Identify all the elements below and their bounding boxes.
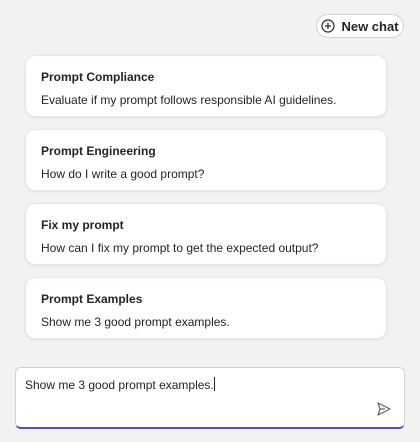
- text-caret: [213, 377, 215, 391]
- plus-circle-icon: [321, 19, 336, 33]
- send-button[interactable]: [376, 401, 392, 417]
- message-input-text: Show me 3 good prompt examples.: [25, 378, 214, 392]
- prompt-card-title: Prompt Compliance: [41, 70, 155, 84]
- new-chat-label: New chat: [341, 18, 399, 34]
- prompt-card-compliance[interactable]: Prompt Compliance Evaluate if my prompt …: [25, 55, 387, 117]
- send-icon: [376, 401, 392, 417]
- prompt-card-title: Prompt Engineering: [41, 144, 156, 158]
- new-chat-button[interactable]: New chat: [316, 14, 404, 38]
- prompt-card-examples[interactable]: Prompt Examples Show me 3 good prompt ex…: [25, 277, 387, 339]
- prompt-card-fix[interactable]: Fix my prompt How can I fix my prompt to…: [25, 203, 387, 265]
- prompt-card-description: How do I write a good prompt?: [41, 167, 205, 181]
- prompt-card-description: Evaluate if my prompt follows responsibl…: [41, 93, 337, 107]
- prompt-suggestions: Prompt Compliance Evaluate if my prompt …: [25, 55, 387, 351]
- prompt-card-description: How can I fix my prompt to get the expec…: [41, 241, 319, 255]
- message-input[interactable]: Show me 3 good prompt examples.: [25, 377, 365, 393]
- prompt-card-engineering[interactable]: Prompt Engineering How do I write a good…: [25, 129, 387, 191]
- chat-composer[interactable]: Show me 3 good prompt examples.: [15, 367, 405, 429]
- prompt-card-description: Show me 3 good prompt examples.: [41, 315, 230, 329]
- prompt-card-title: Prompt Examples: [41, 292, 143, 306]
- prompt-card-title: Fix my prompt: [41, 218, 124, 232]
